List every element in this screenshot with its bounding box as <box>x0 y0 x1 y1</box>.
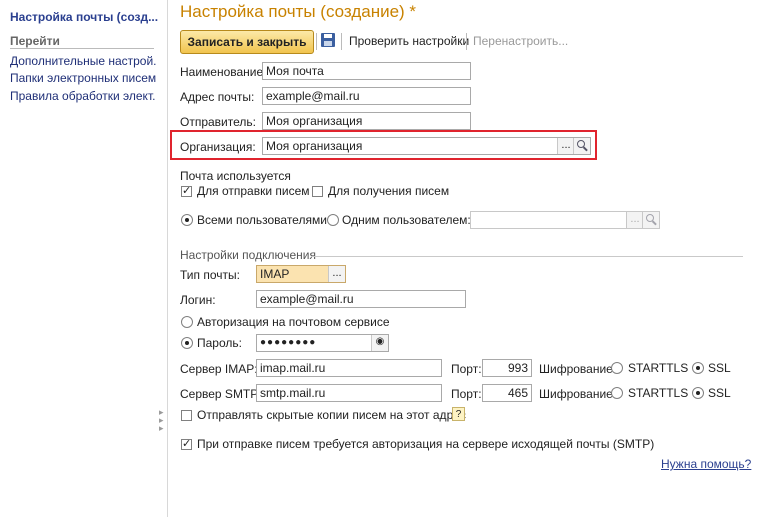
one-user-field[interactable]: ... <box>470 211 660 229</box>
check-settings-button[interactable]: Проверить настройки <box>349 34 469 48</box>
user-search-icon[interactable] <box>642 212 659 228</box>
splitter-handle[interactable]: ▸ ▸ ▸ <box>159 408 164 433</box>
smtp-ssl-label[interactable]: SSL <box>708 386 731 400</box>
organization-label: Организация: <box>180 140 256 154</box>
login-label: Логин: <box>180 293 216 307</box>
password-field[interactable]: ●●●●●●●● ◉ <box>256 334 389 352</box>
toolbar-separator <box>466 33 467 50</box>
password-label[interactable]: Пароль: <box>197 336 242 350</box>
floppy-disk-icon[interactable] <box>321 33 335 47</box>
smtp-auth-checkbox[interactable] <box>181 437 192 450</box>
smtp-port-label: Порт: <box>451 387 482 401</box>
one-user-radio[interactable] <box>327 214 339 226</box>
all-users-radio[interactable] <box>181 214 193 226</box>
smtp-starttls-radio[interactable] <box>611 387 623 399</box>
organization-field[interactable]: Моя организация ... <box>262 137 591 155</box>
reconfigure-button[interactable]: Перенастроить... <box>473 34 568 48</box>
imap-encryption-label: Шифрование: <box>539 362 617 376</box>
group-divider <box>311 256 743 257</box>
imap-input[interactable]: imap.mail.ru <box>256 359 442 377</box>
for-receiving-checkbox[interactable] <box>312 186 323 197</box>
toolbar-separator <box>341 33 342 50</box>
bcc-help-icon[interactable]: ? <box>452 407 465 421</box>
sidebar-link-additional-settings[interactable]: Дополнительные настрой... <box>10 54 156 68</box>
smtp-port-input[interactable]: 465 <box>482 384 532 402</box>
bcc-label[interactable]: Отправлять скрытые копии писем на этот а… <box>197 408 466 422</box>
smtp-starttls-label[interactable]: STARTTLS <box>628 386 688 400</box>
toolbar-separator <box>316 33 317 50</box>
sidebar-nav-header: Перейти <box>10 34 60 48</box>
mail-type-label: Тип почты: <box>180 268 240 282</box>
choose-button[interactable]: ... <box>557 138 574 154</box>
eye-icon[interactable]: ◉ <box>371 335 388 351</box>
imap-port-input[interactable]: 993 <box>482 359 532 377</box>
mail-type-value: IMAP <box>260 267 290 281</box>
name-input[interactable]: Моя почта <box>262 62 471 80</box>
help-link[interactable]: Нужна помощь? <box>661 457 751 471</box>
imap-ssl-label[interactable]: SSL <box>708 361 731 375</box>
connection-group-title: Настройки подключения <box>180 248 316 262</box>
search-icon[interactable] <box>573 138 590 154</box>
sidebar-title[interactable]: Настройка почты (созд... <box>10 10 162 24</box>
auth-service-label[interactable]: Авторизация на почтовом сервисе <box>197 315 390 329</box>
imap-starttls-label[interactable]: STARTTLS <box>628 361 688 375</box>
imap-port-label: Порт: <box>451 362 482 376</box>
sender-input[interactable]: Моя организация <box>262 112 471 130</box>
mail-type-field[interactable]: IMAP ... <box>256 265 346 283</box>
all-users-label[interactable]: Всеми пользователями <box>197 213 327 227</box>
login-input[interactable]: example@mail.ru <box>256 290 466 308</box>
smtp-encryption-label: Шифрование: <box>539 387 617 401</box>
name-label: Наименование: <box>180 65 267 79</box>
imap-ssl-radio[interactable] <box>692 362 704 374</box>
for-receiving-label[interactable]: Для получения писем <box>328 184 449 198</box>
imap-label: Сервер IMAP: <box>180 362 258 376</box>
page-title: Настройка почты (создание) * <box>180 2 417 21</box>
address-input[interactable]: example@mail.ru <box>262 87 471 105</box>
smtp-ssl-radio[interactable] <box>692 387 704 399</box>
smtp-auth-label[interactable]: При отправке писем требуется авторизация… <box>197 437 654 451</box>
mail-type-choose-button[interactable]: ... <box>328 266 345 282</box>
one-user-label[interactable]: Одним пользователем: <box>342 213 471 227</box>
password-radio[interactable] <box>181 337 193 349</box>
sidebar-divider <box>10 48 154 49</box>
save-and-close-button[interactable]: Записать и закрыть <box>180 30 314 54</box>
password-value: ●●●●●●●● <box>260 337 317 348</box>
imap-starttls-radio[interactable] <box>611 362 623 374</box>
auth-service-radio[interactable] <box>181 316 193 328</box>
sidebar-link-processing-rules[interactable]: Правила обработки элект... <box>10 89 156 103</box>
sender-label: Отправитель: <box>180 115 256 129</box>
usage-title: Почта используется <box>180 169 291 183</box>
choose-user-button[interactable]: ... <box>626 212 643 228</box>
for-sending-checkbox[interactable] <box>181 184 192 197</box>
for-sending-label[interactable]: Для отправки писем <box>197 184 310 198</box>
smtp-input[interactable]: smtp.mail.ru <box>256 384 442 402</box>
bcc-checkbox[interactable] <box>181 410 192 421</box>
organization-value: Моя организация <box>266 139 363 153</box>
sidebar: Настройка почты (созд... Перейти Дополни… <box>0 0 168 517</box>
address-label: Адрес почты: <box>180 90 255 104</box>
sidebar-link-email-folders[interactable]: Папки электронных писем <box>10 71 156 85</box>
smtp-label: Сервер SMTP: <box>180 387 262 401</box>
